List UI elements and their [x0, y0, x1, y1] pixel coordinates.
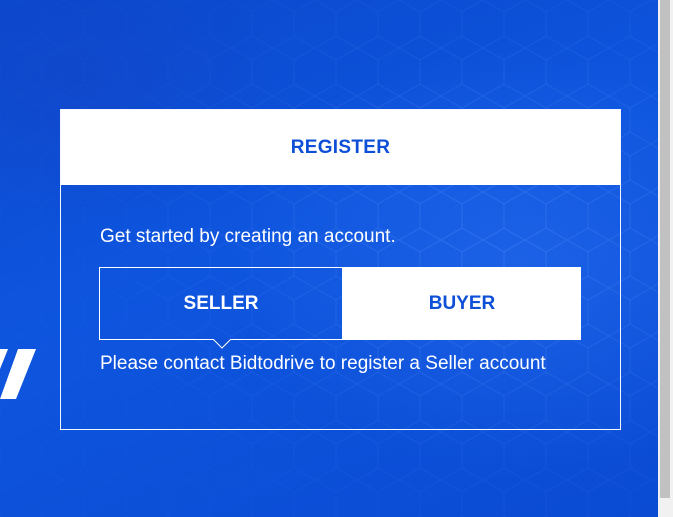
register-page: REGISTER Get started by creating an acco… [0, 0, 673, 517]
seller-notice-text: Please contact Bidtodrive to register a … [100, 353, 546, 374]
register-title: REGISTER [290, 136, 391, 158]
caret-down-icon [213, 339, 231, 349]
account-type-toggle: SELLER BUYER [99, 267, 581, 349]
register-intro-text: Get started by creating an account. [100, 226, 396, 247]
buyer-tab[interactable]: BUYER [343, 267, 581, 340]
seller-tab[interactable]: SELLER [99, 267, 343, 340]
register-panel: REGISTER Get started by creating an acco… [60, 109, 621, 430]
register-header: REGISTER [61, 110, 620, 185]
seller-tab-label: SELLER [183, 292, 259, 314]
scrollbar-thumb[interactable] [660, 0, 670, 498]
buyer-tab-label: BUYER [428, 292, 496, 314]
logo-slash-icon [0, 349, 36, 399]
